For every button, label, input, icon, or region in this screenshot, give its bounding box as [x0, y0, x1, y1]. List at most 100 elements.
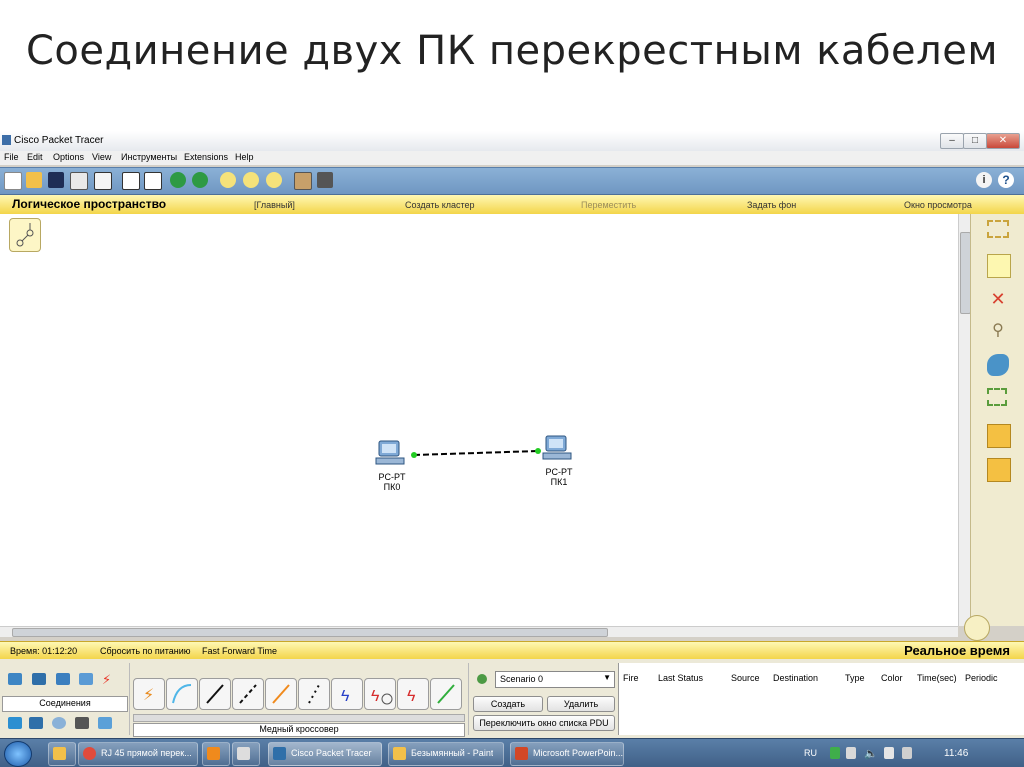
delete-icon[interactable]: ✕ — [987, 288, 1009, 310]
taskbar-media[interactable] — [202, 742, 230, 766]
logical-workspace[interactable]: PC-PT ПК0 PC-PT ПК1 — [0, 214, 959, 626]
multiuser-category-icon[interactable] — [98, 717, 112, 729]
connections-category-icon[interactable]: ⚡ — [102, 672, 116, 687]
taskbar-misc[interactable] — [232, 742, 260, 766]
console-cable-icon[interactable] — [166, 678, 198, 710]
start-button[interactable] — [4, 741, 32, 767]
octal-cable-icon[interactable] — [430, 678, 462, 710]
device-pc0[interactable]: PC-PT ПК0 — [372, 439, 412, 492]
create-scenario-button[interactable]: Создать — [473, 696, 543, 712]
column-fire: Fire — [623, 673, 639, 683]
palette-icon[interactable] — [294, 172, 312, 190]
zoom-reset-icon[interactable] — [243, 172, 259, 188]
minimize-button[interactable]: – — [940, 133, 964, 149]
paste-icon[interactable] — [144, 172, 162, 190]
time-label: Время: 01:12:20 — [10, 646, 78, 656]
zoom-out-icon[interactable] — [266, 172, 282, 188]
menu-extensions[interactable]: Extensions — [184, 152, 228, 162]
end-devices-category-icon[interactable] — [8, 717, 22, 729]
phone-cable-icon[interactable] — [298, 678, 330, 710]
resize-shape-icon[interactable] — [987, 388, 1007, 406]
menu-view[interactable]: View — [92, 152, 111, 162]
tray-icon[interactable] — [846, 747, 856, 759]
draw-shape-icon[interactable] — [987, 354, 1009, 376]
redo-icon[interactable] — [192, 172, 208, 188]
realtime-mode-tab[interactable]: Реальное время — [904, 643, 1010, 658]
fiber-cable-icon[interactable] — [265, 678, 297, 710]
taskbar-paint[interactable]: Безымянный - Paint — [388, 742, 504, 766]
svg-text:⚡: ⚡ — [143, 687, 154, 704]
menu-tools[interactable]: Инструменты — [121, 152, 177, 162]
volume-icon[interactable]: 🔈 — [864, 747, 878, 760]
serial-dce-cable-icon[interactable]: ϟ — [364, 678, 396, 710]
cable-label: Медный кроссовер — [259, 724, 339, 734]
power-cycle-button[interactable]: Сбросить по питанию — [100, 646, 191, 656]
logical-workspace-tab[interactable]: Логическое пространство — [12, 197, 166, 211]
device-pc1[interactable]: PC-PT ПК1 — [539, 434, 579, 487]
root-button[interactable]: [Главный] — [254, 200, 295, 210]
taskbar-explorer[interactable] — [48, 742, 76, 766]
cable-scrollbar[interactable] — [133, 714, 465, 722]
select-icon[interactable] — [987, 220, 1009, 238]
straight-through-cable-icon[interactable] — [199, 678, 231, 710]
menu-edit[interactable]: Edit — [27, 152, 43, 162]
inspect-icon[interactable]: ⚲ — [987, 320, 1009, 342]
taskbar-browser[interactable]: RJ 45 прямой перек... — [78, 742, 198, 766]
zoom-in-icon[interactable] — [220, 172, 236, 188]
device-name-label: ПК1 — [550, 477, 568, 487]
tray-icon-2[interactable] — [902, 747, 912, 759]
security-tray-icon[interactable] — [830, 747, 840, 759]
svg-text:ϟ: ϟ — [371, 688, 380, 705]
wan-emulation-category-icon[interactable] — [52, 717, 66, 729]
info-icon[interactable]: i — [976, 172, 992, 188]
move-object-button: Переместить — [581, 200, 637, 210]
taskbar-clock[interactable]: 11:46 — [944, 748, 968, 759]
new-cluster-button[interactable]: Создать кластер — [405, 200, 475, 210]
horizontal-scrollbar[interactable] — [0, 626, 958, 637]
custom-devices-category-icon[interactable] — [75, 717, 89, 729]
menu-help[interactable]: Help — [235, 152, 254, 162]
wireless-category-icon[interactable] — [79, 673, 93, 685]
add-complex-pdu-icon[interactable] — [987, 458, 1011, 482]
security-category-icon[interactable] — [29, 717, 43, 729]
undo-icon[interactable] — [170, 172, 186, 188]
network-tray-icon[interactable] — [884, 747, 894, 759]
auto-cable-icon[interactable]: ⚡ — [133, 678, 165, 710]
open-folder-icon[interactable] — [26, 172, 42, 188]
app-icon — [2, 135, 11, 145]
close-button[interactable]: ✕ — [986, 133, 1020, 149]
toggle-pdu-list-button[interactable]: Переключить окно списка PDU — [473, 715, 615, 731]
save-icon[interactable] — [48, 172, 64, 188]
hubs-category-icon[interactable] — [56, 673, 70, 685]
serial-dte-cable-icon[interactable]: ϟ — [397, 678, 429, 710]
print-icon[interactable] — [70, 172, 88, 190]
realtime-clock-icon[interactable] — [964, 615, 990, 641]
activity-wizard-icon[interactable] — [94, 172, 112, 190]
topology-canvas — [411, 448, 541, 458]
help-icon[interactable]: ? — [998, 172, 1014, 188]
taskbar-packet-tracer[interactable]: Cisco Packet Tracer — [268, 742, 382, 766]
switches-category-icon[interactable] — [32, 673, 46, 685]
coaxial-cable-icon[interactable]: ϟ — [331, 678, 363, 710]
fast-forward-button[interactable]: Fast Forward Time — [202, 646, 277, 656]
add-simple-pdu-icon[interactable] — [987, 424, 1011, 448]
menu-file[interactable]: File — [4, 152, 19, 162]
language-indicator[interactable]: RU — [804, 748, 817, 758]
delete-scenario-button[interactable]: Удалить — [547, 696, 615, 712]
crossover-link[interactable] — [413, 450, 539, 456]
custom-device-icon[interactable] — [317, 172, 333, 188]
copy-icon[interactable] — [122, 172, 140, 190]
routers-category-icon[interactable] — [8, 673, 22, 685]
set-background-button[interactable]: Задать фон — [747, 200, 796, 210]
place-note-icon[interactable] — [987, 254, 1011, 278]
taskbar-powerpoint[interactable]: Microsoft PowerPoin... — [510, 742, 624, 766]
new-file-icon[interactable] — [4, 172, 22, 190]
crossover-cable-icon[interactable] — [232, 678, 264, 710]
device-model-label: PC-PT — [545, 467, 573, 477]
maximize-button[interactable]: □ — [963, 133, 987, 149]
viewport-button[interactable]: Окно просмотра — [904, 200, 972, 210]
menu-options[interactable]: Options — [53, 152, 84, 162]
bottom-panel: ⚡ Соединения ⚡ ϟ ϟ ϟ Медный кроссовер Sc… — [0, 659, 1024, 738]
scenario-select[interactable]: Scenario 0 ▼ — [495, 671, 615, 688]
scenario-info-icon — [477, 674, 487, 684]
